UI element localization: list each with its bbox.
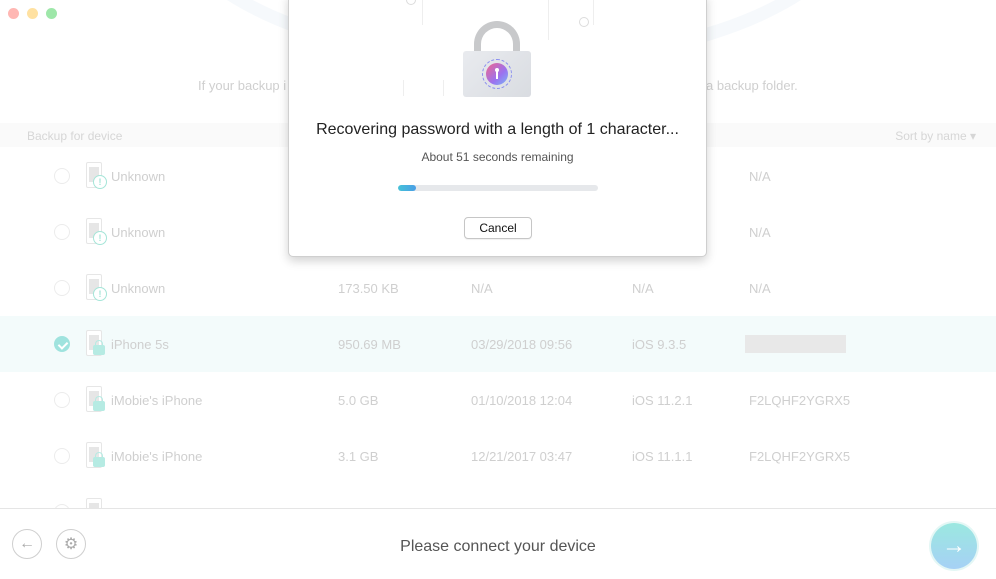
serial-number: N/A (749, 225, 771, 240)
table-row[interactable] (0, 484, 996, 508)
connection-status: Please connect your device (400, 538, 596, 555)
table-row[interactable]: iMobie's iPhone 5.0 GB 01/10/2018 12:04 iOS… (0, 372, 996, 428)
warning-icon: ! (93, 175, 107, 189)
hint-right: a backup folder. (706, 78, 798, 93)
ios-version: iOS 9.3.5 (632, 337, 687, 352)
warning-icon: ! (93, 231, 107, 245)
lock-icon (93, 396, 105, 411)
progress-fill (398, 185, 416, 191)
device-name: Unknown (111, 281, 166, 296)
ios-version: N/A (632, 281, 654, 296)
time-remaining: About 51 seconds remaining (421, 150, 574, 164)
table-row[interactable]: iMobie's iPhone 3.1 GB 12/21/2017 03:47 iOS… (0, 428, 996, 484)
row-select-radio[interactable] (54, 448, 70, 464)
device-name: iPhone 5s (111, 337, 169, 352)
key-decor-icon (579, 17, 589, 27)
recovery-dialog: Recovering password with a length of 1 c… (288, 0, 707, 257)
backup-date: 12/21/2017 03:47 (471, 449, 573, 464)
next-button[interactable]: → (931, 523, 977, 569)
ios-version: iOS 11.2.1 (632, 393, 693, 408)
backup-date: 03/29/2018 09:56 (471, 337, 573, 352)
phone-icon (86, 498, 102, 508)
decor-line (443, 80, 444, 96)
hint-left: If your backup i (198, 78, 287, 93)
backup-size: 5.0 GB (338, 393, 379, 408)
backup-date: 01/10/2018 12:04 (471, 393, 573, 408)
cancel-button[interactable]: Cancel (464, 217, 532, 239)
sort-dropdown[interactable]: Sort by name ▾ (895, 129, 976, 143)
key-decor-icon (406, 0, 416, 5)
backup-size: 3.1 GB (338, 449, 379, 464)
device-name: iMobie's iPhone (111, 449, 203, 464)
serial-number: F2LQHF2YGRX5 (749, 393, 851, 408)
table-row[interactable]: iPhone 5s 950.69 MB 03/29/2018 09:56 iOS 9.… (0, 316, 996, 372)
decor-line (422, 0, 423, 25)
maximize-window-button[interactable] (46, 8, 57, 19)
dialog-title: Recovering password with a length of 1 c… (316, 121, 679, 138)
decor-line (403, 80, 404, 96)
row-select-radio[interactable] (54, 168, 70, 184)
minimize-window-button[interactable] (27, 8, 38, 19)
serial-number: N/A (749, 169, 771, 184)
lock-icon (93, 340, 105, 355)
device-name: iMobie's iPhone (111, 393, 203, 408)
arrow-right-icon: → (942, 532, 966, 559)
close-window-button[interactable] (8, 8, 19, 19)
decor-line (548, 0, 549, 40)
lock-icon (463, 21, 531, 97)
warning-icon: ! (93, 287, 107, 301)
row-select-radio[interactable] (54, 280, 70, 296)
device-name: Unknown (111, 169, 166, 184)
table-row[interactable]: ! Unknown 173.50 KB N/A N/A N/A (0, 260, 996, 316)
row-select-radio[interactable] (54, 392, 70, 408)
progress-bar (398, 185, 598, 191)
backup-date: N/A (471, 281, 493, 296)
serial-redacted (745, 335, 846, 353)
row-select-radio[interactable] (54, 224, 70, 240)
row-select-radio[interactable] (54, 336, 70, 352)
serial-number: F2LQHF2YGRX5 (749, 449, 851, 464)
device-name: Unknown (111, 225, 166, 240)
decor-line (593, 0, 594, 25)
table-title: Backup for device (27, 129, 123, 143)
serial-number: N/A (749, 281, 771, 296)
backup-size: 173.50 KB (338, 281, 399, 296)
footer-bar: ← ⚙ Please connect your device → (0, 508, 996, 579)
sort-label: Sort by name (895, 129, 967, 143)
lock-icon (93, 452, 105, 467)
backup-size: 950.69 MB (338, 337, 401, 352)
chevron-down-icon: ▾ (969, 129, 976, 143)
window-controls (8, 8, 57, 19)
ios-version: iOS 11.1.1 (632, 449, 693, 464)
